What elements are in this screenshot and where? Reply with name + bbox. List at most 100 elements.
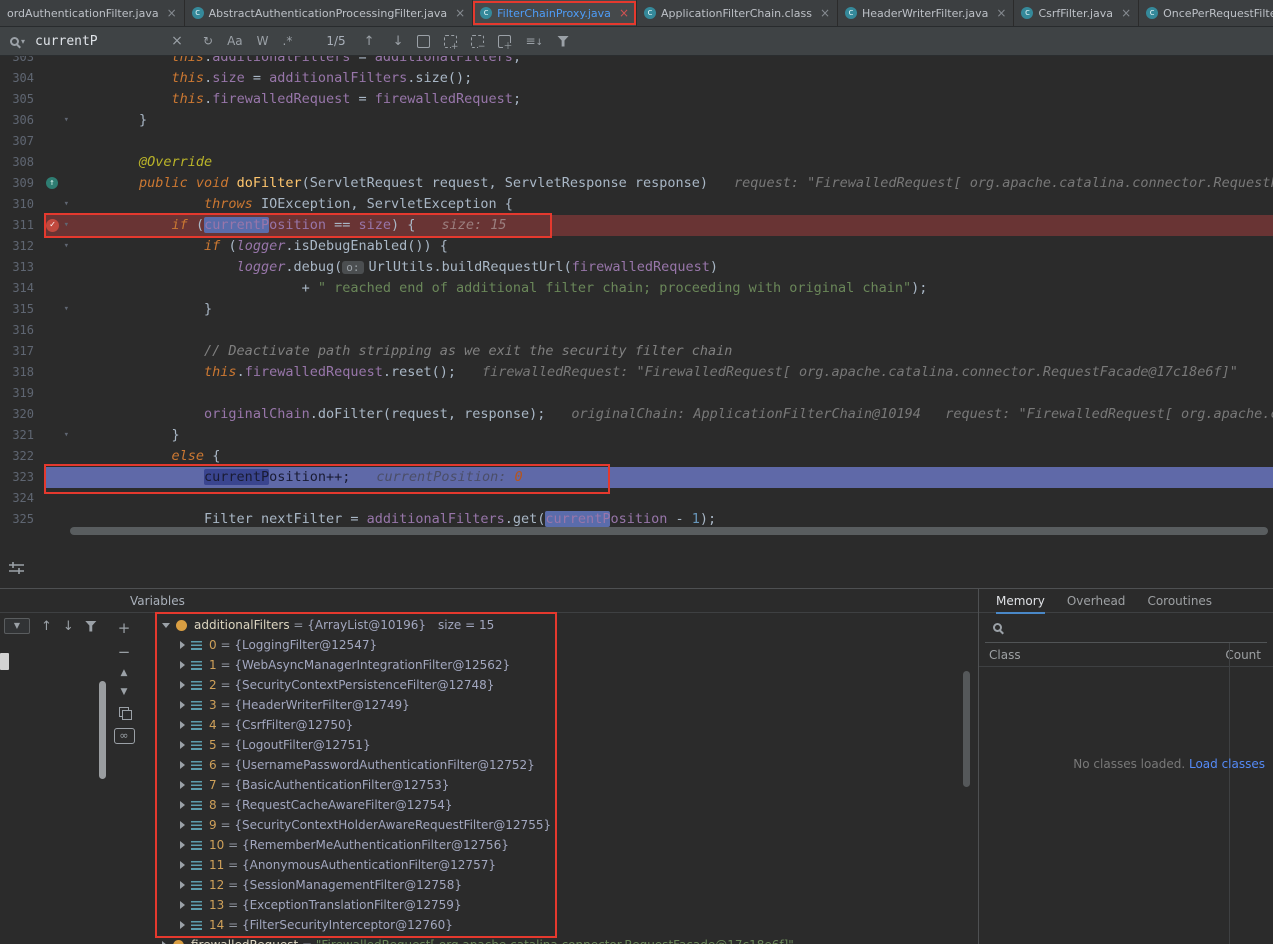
fold-marker-icon[interactable]: ▾ xyxy=(64,299,69,320)
frames-dropdown-button[interactable]: ▼ xyxy=(4,618,30,634)
variable-row[interactable]: firewalledRequest = "FirewalledRequest[ … xyxy=(140,935,964,944)
chevron-right-icon[interactable] xyxy=(180,661,185,669)
variable-row[interactable]: 7 = {BasicAuthenticationFilter@12753} xyxy=(140,775,964,795)
editor-tab[interactable]: c ApplicationFilterChain.class × xyxy=(637,0,838,26)
code-line[interactable]: 316 xyxy=(0,320,1273,341)
match-case-toggle[interactable]: Aa xyxy=(227,34,243,48)
tab-memory[interactable]: Memory xyxy=(996,594,1045,614)
tab-close-icon[interactable]: × xyxy=(167,6,177,20)
editor-tab[interactable]: c OncePerRequestFilter.java xyxy=(1139,0,1273,26)
tab-close-icon[interactable]: × xyxy=(455,6,465,20)
chevron-right-icon[interactable] xyxy=(180,781,185,789)
override-method-icon[interactable]: ↑ xyxy=(46,177,58,189)
tab-close-icon[interactable]: × xyxy=(619,6,629,20)
code-editor[interactable]: 303 this.additionalFilters = additionalF… xyxy=(0,56,1273,540)
search-history-icon[interactable]: ↻ xyxy=(203,34,213,48)
code-line[interactable]: 311 ✓ ▾ if (currentPosition == size) {size… xyxy=(0,213,1273,238)
code-line[interactable]: 312 ▾ if (logger.isDebugEnabled()) { xyxy=(0,236,1273,257)
variable-row[interactable]: 12 = {SessionManagementFilter@12758} xyxy=(140,875,964,895)
code-line[interactable]: 305 this.firewalledRequest = firewalledR… xyxy=(0,89,1273,110)
duplicate-watch-button[interactable] xyxy=(118,707,132,720)
search-options-icon[interactable]: ≡↓ xyxy=(525,34,543,48)
tab-overhead[interactable]: Overhead xyxy=(1067,594,1126,608)
add-watch-button[interactable]: + xyxy=(118,621,131,636)
editor-tab[interactable]: c FilterChainProxy.java × xyxy=(473,0,637,26)
variable-row[interactable]: additionalFilters = {ArrayList@10196} siz… xyxy=(140,615,964,635)
editor-tab[interactable]: c CsrfFilter.java × xyxy=(1014,0,1140,26)
editor-tab[interactable]: ordAuthenticationFilter.java × xyxy=(0,0,185,26)
chevron-right-icon[interactable] xyxy=(180,881,185,889)
find-in-selection-icon[interactable] xyxy=(417,34,431,48)
variable-row[interactable]: 2 = {SecurityContextPersistenceFilter@12… xyxy=(140,675,964,695)
variable-row[interactable]: 11 = {AnonymousAuthenticationFilter@1275… xyxy=(140,855,964,875)
code-line[interactable]: 303 this.additionalFilters = additionalF… xyxy=(0,56,1273,68)
variable-row[interactable]: 1 = {WebAsyncManagerIntegrationFilter@12… xyxy=(140,655,964,675)
preserve-case-icon[interactable]: ＋ xyxy=(498,34,513,51)
chevron-right-icon[interactable] xyxy=(180,741,185,749)
variable-row[interactable]: 4 = {CsrfFilter@12750} xyxy=(140,715,964,735)
fold-marker-icon[interactable]: ▾ xyxy=(64,110,69,131)
code-line[interactable]: 318 this.firewalledRequest.reset(); firew… xyxy=(0,362,1273,383)
variable-row[interactable]: 6 = {UsernamePasswordAuthenticationFilte… xyxy=(140,755,964,775)
code-line[interactable]: 313 logger.debug(o: UrlUtils.buildRequest… xyxy=(0,257,1273,278)
tab-coroutines[interactable]: Coroutines xyxy=(1147,594,1212,608)
fold-marker-icon[interactable]: ▾ xyxy=(64,215,69,236)
words-toggle[interactable]: W xyxy=(257,34,269,48)
code-line[interactable]: 304 this.size = additionalFilters.size()… xyxy=(0,68,1273,89)
column-header-class[interactable]: Class xyxy=(989,648,1021,662)
code-line[interactable]: 306 ▾ } xyxy=(0,110,1273,131)
code-line[interactable]: 322 else { xyxy=(0,446,1273,467)
search-input[interactable]: currentP xyxy=(35,34,165,49)
search-mode-caret-icon[interactable]: ▾ xyxy=(21,37,25,46)
fold-marker-icon[interactable]: ▾ xyxy=(64,236,69,257)
select-all-occurrences-icon[interactable]: − xyxy=(471,34,486,51)
filter-results-icon[interactable] xyxy=(557,35,570,47)
chevron-right-icon[interactable] xyxy=(180,721,185,729)
variable-row[interactable]: 9 = {SecurityContextHolderAwareRequestFi… xyxy=(140,815,964,835)
code-line[interactable]: 319 xyxy=(0,383,1273,404)
up-arrow-button[interactable]: ↑ xyxy=(41,620,52,633)
variables-scrollbar[interactable] xyxy=(963,671,970,787)
variable-row[interactable]: 14 = {FilterSecurityInterceptor@12760} xyxy=(140,915,964,935)
variables-tree[interactable]: additionalFilters = {ArrayList@10196} siz… xyxy=(140,615,964,944)
regex-toggle[interactable]: .* xyxy=(283,34,293,48)
chevron-right-icon[interactable] xyxy=(180,841,185,849)
variable-row[interactable]: 3 = {HeaderWriterFilter@12749} xyxy=(140,695,964,715)
editor-tab[interactable]: c AbstractAuthenticationProcessingFilter.… xyxy=(185,0,474,26)
search-icon[interactable] xyxy=(10,36,19,46)
code-line[interactable]: 309 ↑ public void doFilter(ServletRequest… xyxy=(0,173,1273,194)
prev-match-icon[interactable]: ↑ xyxy=(364,34,375,49)
settings-sliders-icon[interactable] xyxy=(8,560,30,580)
column-header-count[interactable]: Count xyxy=(1225,648,1263,662)
chevron-right-icon[interactable] xyxy=(180,641,185,649)
variable-row[interactable]: 5 = {LogoutFilter@12751} xyxy=(140,735,964,755)
chevron-right-icon[interactable] xyxy=(180,761,185,769)
code-line[interactable]: 310 ▾ throws IOException, ServletExceptio… xyxy=(0,194,1273,215)
code-line[interactable]: 317 // Deactivate path stripping as we e… xyxy=(0,341,1273,362)
tab-close-icon[interactable]: × xyxy=(820,6,830,20)
memory-search-field[interactable] xyxy=(985,613,1267,643)
variable-row[interactable]: 0 = {LoggingFilter@12547} xyxy=(140,635,964,655)
breakpoint-verified-icon[interactable]: ✓ xyxy=(46,219,59,232)
chevron-right-icon[interactable] xyxy=(180,861,185,869)
editor-tab[interactable]: c HeaderWriterFilter.java × xyxy=(838,0,1015,26)
variable-row[interactable]: 8 = {RequestCacheAwareFilter@12754} xyxy=(140,795,964,815)
fold-marker-icon[interactable]: ▾ xyxy=(64,425,69,446)
code-line[interactable]: 314 + " reached end of additional filter… xyxy=(0,278,1273,299)
chevron-right-icon[interactable] xyxy=(180,921,185,929)
code-line[interactable]: 320 originalChain.doFilter(request, resp… xyxy=(0,404,1273,425)
show-watches-button[interactable]: ∞ xyxy=(113,728,135,744)
fold-marker-icon[interactable]: ▾ xyxy=(64,194,69,215)
load-classes-link[interactable]: Load classes xyxy=(1189,757,1265,771)
down-arrow-button[interactable]: ↓ xyxy=(63,620,74,633)
chevron-right-icon[interactable] xyxy=(180,821,185,829)
code-line[interactable]: 321 ▾ } xyxy=(0,425,1273,446)
code-line[interactable]: 308 @Override xyxy=(0,152,1273,173)
chevron-right-icon[interactable] xyxy=(180,681,185,689)
chevron-down-icon[interactable] xyxy=(162,622,170,628)
chevron-right-icon[interactable] xyxy=(180,801,185,809)
code-line[interactable]: 324 xyxy=(0,488,1273,509)
clear-search-icon[interactable]: × xyxy=(165,33,189,49)
variable-row[interactable]: 13 = {ExceptionTranslationFilter@12759} xyxy=(140,895,964,915)
code-line[interactable]: 323 currentPosition++; currentPosition: 0 xyxy=(0,464,1273,494)
